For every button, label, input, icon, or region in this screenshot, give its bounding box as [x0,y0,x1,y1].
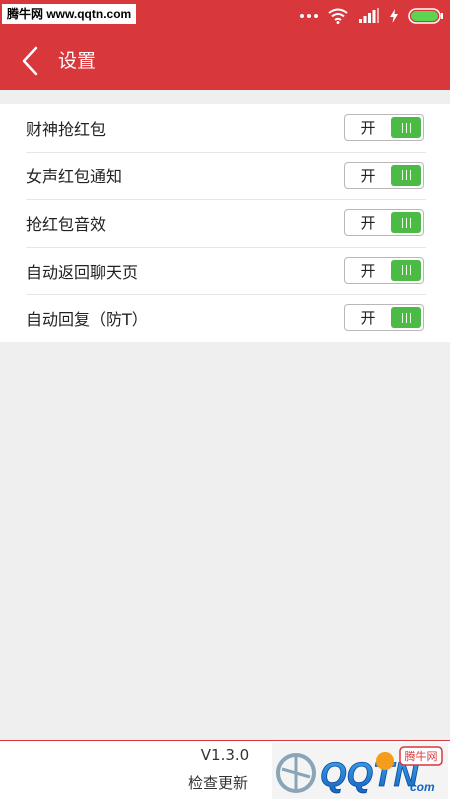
setting-row-sound-effect: 抢红包音效 开 [0,199,450,247]
toggle-auto-return[interactable]: 开 [344,256,424,284]
toggle-label: 开 [360,309,376,328]
toggle-label: 开 [360,214,376,233]
setting-label: 自动回复（防T） [26,310,148,330]
toggle-label: 开 [360,119,376,137]
back-button[interactable] [12,42,48,80]
footer: V1.3.0 检查更新 QQTN 腾牛网 com [0,741,450,800]
page-title: 设置 [58,50,97,72]
status-icons [300,6,444,26]
setting-label: 自动返回聊天页 [26,262,139,282]
toggle-female-voice[interactable]: 开 [344,161,424,189]
toggle-knob [391,307,421,329]
settings-list: 财神抢红包 开 女声红包通知 开 抢红包音效 开 自动返回聊天页 开 自动回复（… [0,104,450,342]
setting-label: 抢红包音效 [26,214,107,234]
watermark-badge: 腾牛网 www.qqtn.com [2,4,137,24]
toggle-caishen[interactable]: 开 [344,114,424,141]
setting-row-auto-return: 自动返回聊天页 开 [0,246,450,295]
toggle-knob [391,212,421,234]
toggle-knob [391,117,421,138]
toggle-auto-reply[interactable]: 开 [344,304,424,332]
more-dots-icon [300,14,318,18]
setting-row-auto-reply: 自动回复（防T） 开 [0,294,450,342]
app-bar: 设置 [0,32,450,90]
setting-row-female-voice: 女声红包通知 开 [0,151,450,200]
logo-badge: 腾牛网 [405,749,438,763]
toggle-label: 开 [360,166,376,185]
check-update-button[interactable]: 检查更新 [188,772,248,793]
toggle-sound-effect[interactable]: 开 [344,209,424,237]
signal-icon [359,8,379,23]
toggle-knob [391,164,421,186]
battery-icon [408,8,443,24]
setting-row-caishen: 财神抢红包 开 [0,104,450,152]
setting-label: 财神抢红包 [26,119,107,139]
version-label: V1.3.0 [200,746,250,764]
status-bar: 腾牛网 www.qqtn.com [0,0,450,32]
toggle-label: 开 [360,261,376,280]
logo-suffix: com [410,780,435,794]
chevron-left-icon [22,46,38,76]
setting-label: 女声红包通知 [26,167,123,187]
charging-icon [390,9,398,23]
qqtn-logo: QQTN 腾牛网 com [272,743,448,799]
toggle-knob [391,259,421,281]
wifi-icon [328,8,348,24]
